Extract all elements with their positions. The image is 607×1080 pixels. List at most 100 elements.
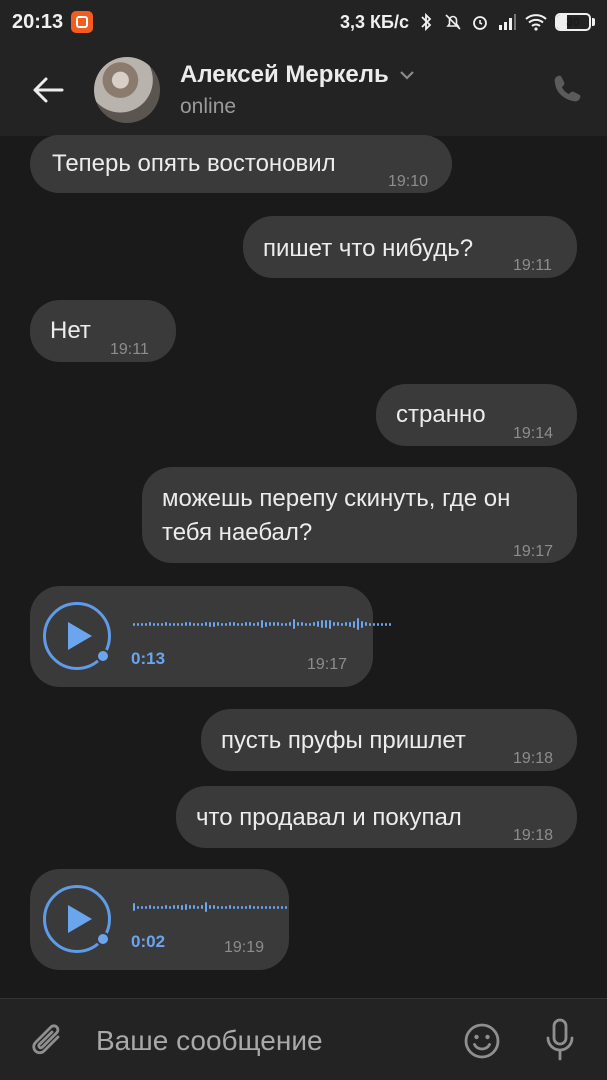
waveform-bar xyxy=(249,905,251,909)
waveform-bar xyxy=(313,622,315,626)
play-icon xyxy=(68,622,92,650)
waveform-bar xyxy=(221,622,223,626)
waveform-bar xyxy=(225,622,227,626)
mute-icon xyxy=(445,14,461,30)
waveform-bar xyxy=(185,622,187,626)
voice-message-incoming[interactable]: 0:02 19:19 xyxy=(30,869,289,970)
waveform-bar xyxy=(153,622,155,626)
avatar[interactable] xyxy=(94,57,160,123)
signal-icon xyxy=(499,14,516,30)
waveform-bar xyxy=(281,622,283,626)
waveform-bar xyxy=(301,622,303,626)
message-time: 19:10 xyxy=(388,173,429,190)
waveform-bar xyxy=(261,905,263,909)
message-bubble-incoming[interactable]: Нет 19:11 xyxy=(30,300,176,362)
waveform-bar xyxy=(133,903,135,911)
waveform-bar xyxy=(149,622,151,626)
waveform-bar xyxy=(145,905,147,909)
waveform-bar xyxy=(229,622,231,626)
waveform-bar xyxy=(161,905,163,909)
message-text: пишет что нибудь? xyxy=(263,235,474,262)
play-button[interactable] xyxy=(43,885,111,953)
back-button[interactable] xyxy=(0,44,96,136)
waveform-bar xyxy=(325,620,327,628)
message-time: 19:18 xyxy=(513,827,554,844)
attach-icon[interactable] xyxy=(28,1019,68,1063)
message-input[interactable]: Ваше сообщение xyxy=(96,1025,323,1057)
message-text: Нет xyxy=(50,317,91,344)
waveform-bar xyxy=(161,622,163,626)
waveform-bar xyxy=(217,622,219,626)
waveform-bar xyxy=(381,622,383,626)
voice-message-incoming[interactable]: 0:13 19:17 xyxy=(30,586,391,687)
waveform-bar xyxy=(353,620,355,628)
message-bubble-outgoing[interactable]: пишет что нибудь? 19:11 xyxy=(243,216,577,278)
waveform-bar xyxy=(277,905,279,909)
bluetooth-icon xyxy=(421,12,432,32)
waveform-bar xyxy=(269,905,271,909)
waveform-bar xyxy=(197,622,199,626)
waveform-bar xyxy=(377,622,379,626)
chat-header: Алексей Меркель online xyxy=(0,44,607,136)
waveform-bar xyxy=(141,905,143,909)
waveform-bar xyxy=(341,622,343,626)
waveform-bar xyxy=(209,621,211,627)
waveform-bar xyxy=(373,622,375,626)
emoji-icon[interactable] xyxy=(462,1021,502,1061)
waveform[interactable] xyxy=(133,897,287,917)
waveform-bar xyxy=(329,619,331,629)
waveform-bar xyxy=(305,622,307,626)
waveform-bar xyxy=(365,622,367,626)
waveform-bar xyxy=(361,620,363,628)
voice-duration: 0:13 xyxy=(131,649,166,668)
phone-icon[interactable] xyxy=(551,72,583,104)
back-arrow-icon xyxy=(33,77,64,103)
waveform-bar xyxy=(157,622,159,626)
waveform-bar xyxy=(169,622,171,626)
waveform-bar xyxy=(165,905,167,909)
waveform-bar xyxy=(321,620,323,628)
play-button[interactable] xyxy=(43,602,111,670)
message-bubble-outgoing[interactable]: странно 19:14 xyxy=(376,384,577,446)
waveform-bar xyxy=(189,905,191,909)
play-icon xyxy=(68,905,92,933)
waveform-bar xyxy=(149,905,151,909)
waveform-bar xyxy=(277,622,279,626)
waveform-bar xyxy=(229,905,231,909)
waveform-bar xyxy=(293,619,295,629)
waveform-bar xyxy=(165,622,167,626)
waveform-bar xyxy=(233,622,235,626)
waveform-bar xyxy=(213,905,215,909)
waveform-bar xyxy=(357,618,359,630)
waveform-bar xyxy=(281,905,283,909)
message-text: что продавал и покупал xyxy=(196,804,462,831)
message-bubble-outgoing[interactable]: пусть пруфы пришлет 19:18 xyxy=(201,709,577,771)
waveform-bar xyxy=(225,905,227,909)
waveform-bar xyxy=(297,622,299,626)
waveform-bar xyxy=(237,622,239,626)
waveform-bar xyxy=(337,622,339,626)
message-time: 19:18 xyxy=(513,750,554,767)
message-bubble-outgoing[interactable]: что продавал и покупал 19:18 xyxy=(176,786,577,848)
microphone-icon[interactable] xyxy=(540,1017,580,1063)
waveform-bar xyxy=(285,905,287,909)
contact-info[interactable]: Алексей Меркель online xyxy=(180,61,415,119)
voice-duration: 0:02 xyxy=(131,932,166,951)
contact-name: Алексей Меркель xyxy=(180,61,389,88)
waveform-bar xyxy=(273,905,275,909)
waveform-bar xyxy=(173,622,175,626)
waveform-bar xyxy=(193,622,195,626)
status-bar: 20:13 3,3 КБ/с 30 xyxy=(0,0,607,44)
waveform-bar xyxy=(157,905,159,909)
waveform-bar xyxy=(245,622,247,626)
waveform-bar xyxy=(185,904,187,910)
waveform-bar xyxy=(349,621,351,627)
waveform-bar xyxy=(237,905,239,909)
waveform-bar xyxy=(317,621,319,627)
waveform[interactable] xyxy=(133,614,391,634)
waveform-bar xyxy=(173,905,175,909)
message-bubble-incoming[interactable]: Теперь опять востоновил 19:10 xyxy=(30,135,452,193)
waveform-bar xyxy=(289,622,291,626)
message-bubble-outgoing[interactable]: можешь перепу скинуть, где он тебя наеба… xyxy=(142,467,577,563)
waveform-bar xyxy=(389,622,391,626)
